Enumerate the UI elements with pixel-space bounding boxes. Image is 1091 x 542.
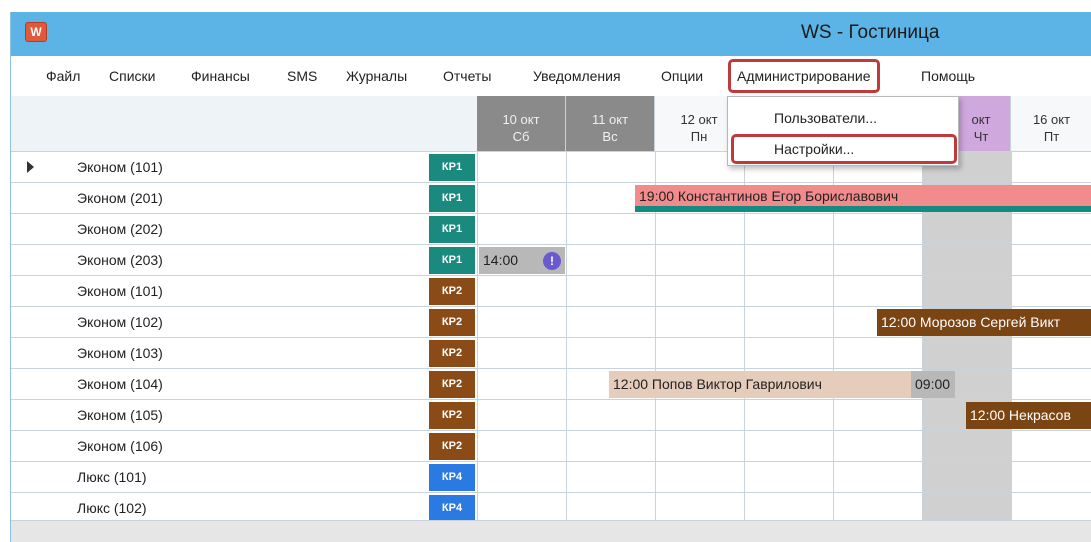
day-weekday: Вс	[602, 129, 618, 144]
room-category-badge: КР2	[429, 433, 475, 460]
app-window: W WS - Гостиница Файл Списки Финансы SMS…	[10, 12, 1091, 542]
room-name: Эконом (104)	[77, 376, 163, 392]
menu-administration[interactable]: Администрирование	[728, 59, 880, 93]
room-name: Эконом (105)	[77, 407, 163, 423]
room-category-badge: КР2	[429, 340, 475, 367]
room-category-badge: КР1	[429, 185, 475, 212]
menu-options[interactable]: Опции	[661, 56, 703, 96]
booking-label: 14:00	[483, 252, 519, 268]
booking-bar[interactable]: 12:00 Некрасов	[966, 402, 1091, 429]
admin-dropdown-menu: Пользователи... Настройки...	[727, 96, 959, 166]
menu-help[interactable]: Помощь	[921, 56, 975, 96]
day-date: 11 окт	[591, 112, 629, 127]
room-name: Эконом (201)	[77, 190, 163, 206]
room-row[interactable]: Эконом (202) КР1	[11, 214, 1091, 245]
menu-notifications[interactable]: Уведомления	[533, 56, 621, 96]
booking-bar[interactable]: 19:00 Константинов Егор Бориславович	[635, 185, 1091, 212]
room-category-badge: КР2	[429, 309, 475, 336]
booking-bar[interactable]: 09:00	[911, 371, 955, 398]
day-date: 10 окт	[502, 112, 540, 127]
day-date: 16 окт	[1032, 112, 1071, 127]
room-row[interactable]: Эконом (105) КР2	[11, 400, 1091, 431]
app-logo-icon[interactable]: W	[25, 22, 47, 42]
menu-journals[interactable]: Журналы	[346, 56, 407, 96]
room-category-badge: КР1	[429, 154, 475, 181]
booking-bar[interactable]: 12:00 Морозов Сергей Викт	[877, 309, 1091, 336]
window-title: WS - Гостиница	[801, 22, 940, 43]
room-category-badge: КР1	[429, 216, 475, 243]
booking-label: 09:00	[915, 376, 951, 392]
menu-item-users[interactable]: Пользователи...	[728, 103, 958, 133]
room-row[interactable]: Эконом (106) КР2	[11, 431, 1091, 462]
booking-bar[interactable]: 12:00 Попов Виктор Гаврилович	[609, 371, 921, 398]
day-weekday: Пт	[1043, 129, 1060, 144]
room-name: Эконом (102)	[77, 314, 163, 330]
menu-reports[interactable]: Отчеты	[443, 56, 491, 96]
day-header[interactable]: 16 окт Пт	[1011, 96, 1091, 152]
menu-lists[interactable]: Списки	[109, 56, 155, 96]
booking-label: 12:00 Попов Виктор Гаврилович	[613, 376, 822, 392]
booking-label: 19:00 Константинов Егор Бориславович	[639, 188, 899, 204]
day-header[interactable]: 10 окт Сб	[477, 96, 566, 152]
booking-label: 12:00 Некрасов	[970, 407, 1071, 423]
room-name: Люкс (101)	[77, 469, 147, 485]
room-category-badge: КР4	[429, 495, 475, 522]
room-category-badge: КР1	[429, 247, 475, 274]
room-name: Эконом (202)	[77, 221, 163, 237]
menu-bar: Файл Списки Финансы SMS Журналы Отчеты У…	[11, 56, 1091, 96]
room-category-badge: КР4	[429, 464, 475, 491]
day-header[interactable]: 11 окт Вс	[566, 96, 655, 152]
room-column-header	[11, 96, 477, 152]
room-category-badge: КР2	[429, 402, 475, 429]
room-name: Эконом (101)	[77, 159, 163, 175]
menu-item-settings[interactable]: Настройки...	[731, 134, 957, 164]
room-category-badge: КР2	[429, 371, 475, 398]
room-category-badge: КР2	[429, 278, 475, 305]
room-row[interactable]: Эконом (103) КР2	[11, 338, 1091, 369]
room-name: Эконом (106)	[77, 438, 163, 454]
room-name: Эконом (103)	[77, 345, 163, 361]
room-row[interactable]: Эконом (101) КР2	[11, 276, 1091, 307]
room-row[interactable]: Люкс (101) КР4	[11, 462, 1091, 493]
day-weekday: Сб	[512, 129, 530, 144]
room-name: Эконом (101)	[77, 283, 163, 299]
menu-sms[interactable]: SMS	[287, 56, 317, 96]
menu-finance[interactable]: Финансы	[191, 56, 250, 96]
booking-label: 12:00 Морозов Сергей Викт	[881, 314, 1061, 330]
row-selector-icon	[27, 161, 34, 173]
menu-file[interactable]: Файл	[46, 56, 80, 96]
room-name: Эконом (203)	[77, 252, 163, 268]
bottom-status-bar	[11, 520, 1091, 542]
title-bar[interactable]: W WS - Гостиница	[11, 12, 1091, 56]
alert-icon[interactable]: !	[543, 252, 561, 270]
